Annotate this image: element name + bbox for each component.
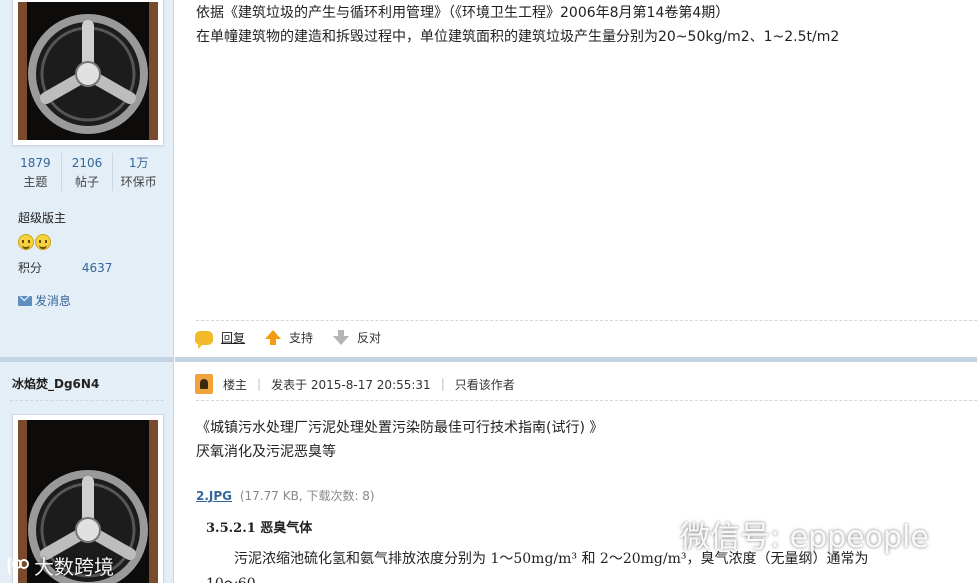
mail-icon: [18, 295, 32, 306]
author-stats: 1879 主题 2106 帖子 1万 环保币: [10, 153, 164, 191]
user-rank: 超级版主: [18, 211, 67, 225]
wechat-watermark: 微信号: eppeople: [636, 512, 929, 556]
support-label: 支持: [289, 331, 314, 345]
attachment-info: (17.77 KB, 下载次数: 8): [239, 489, 375, 503]
attachment: 2.JPG (17.77 KB, 下载次数: 8): [196, 487, 375, 504]
support-button[interactable]: 支持: [265, 329, 313, 346]
smiley-icon: [35, 234, 51, 250]
op-label: 楼主: [223, 377, 248, 392]
user-points: 积分 4637: [18, 259, 112, 276]
only-author-link[interactable]: 只看该作者: [455, 376, 515, 393]
smiley-icon: [18, 234, 34, 250]
stat-posts-value: 2106: [71, 156, 103, 170]
stat-topics-value: 1879: [20, 156, 51, 170]
brand-watermark-text: 大数跨境: [34, 555, 114, 579]
stat-topics-label: 主题: [23, 175, 48, 189]
author-sidebar: 1879 主题 2106 帖子 1万 环保币 超级版主 积分 4637 发消息 …: [0, 0, 174, 583]
brand-watermark: 大数跨境: [6, 551, 114, 580]
stat-posts[interactable]: 2106 帖子: [60, 153, 113, 191]
reply-bubble-icon: [195, 330, 213, 349]
stat-coins[interactable]: 1万 环保币: [112, 153, 164, 191]
brand-logo-icon: [7, 557, 29, 574]
post-body-line: 《城镇污水处理厂污泥处理处置污染防最佳可行技术指南(试行) 》: [196, 420, 604, 436]
post-body-line: 厌氧消化及污泥恶臭等: [196, 444, 336, 460]
post-body-line: 在单幢建筑物的建造和拆毁过程中，单位建筑面积的建筑垃圾产生量分别为20~50kg…: [196, 29, 840, 45]
post-meta: 楼主 | 发表于 2015-8-17 20:55:31 | 只看该作者: [195, 374, 515, 394]
avatar[interactable]: [12, 0, 164, 146]
points-value: 4637: [81, 261, 113, 275]
points-label: 积分: [18, 261, 43, 275]
wechat-watermark-text: 微信号: eppeople: [680, 520, 929, 555]
doc-heading: 3.5.2.1 恶臭气体: [206, 521, 313, 536]
post-header-divider: [196, 400, 977, 401]
sidebar-divider: [10, 400, 164, 401]
support-arrow-icon: [265, 330, 282, 345]
send-message-label: 发消息: [35, 294, 72, 308]
op-badge-icon: [195, 374, 213, 394]
post-timestamp: 发表于 2015-8-17 20:55:31: [271, 377, 431, 392]
post-footer-divider: [196, 320, 977, 321]
rank-medals: [18, 234, 51, 250]
stat-posts-label: 帖子: [75, 175, 100, 189]
meta-separator: |: [257, 377, 262, 391]
oppose-arrow-icon: [333, 330, 350, 345]
reply-label: 回复: [221, 331, 246, 345]
stat-coins-label: 环保币: [120, 175, 157, 189]
send-message-link[interactable]: 发消息: [18, 292, 71, 309]
oppose-label: 反对: [357, 331, 382, 345]
post-body-line: 依据《建筑垃圾的产生与循环利用管理》（《环境卫生工程》2006年8月第14卷第4…: [196, 5, 730, 21]
stat-topics[interactable]: 1879 主题: [10, 153, 61, 191]
wheel-avatar-icon: [18, 2, 158, 140]
post-divider: [175, 357, 977, 362]
post-actions: 回复 支持 反对: [195, 329, 401, 349]
post-divider: [0, 357, 174, 362]
attachment-link[interactable]: 2.JPG: [196, 489, 232, 503]
meta-separator: |: [440, 377, 445, 391]
author-username[interactable]: 冰焰焚_Dg6N4: [12, 375, 99, 392]
stat-coins-value: 1万: [128, 156, 149, 170]
post-content-area: 依据《建筑垃圾的产生与循环利用管理》（《环境卫生工程》2006年8月第14卷第4…: [175, 0, 977, 583]
wechat-icon: [636, 520, 672, 548]
doc-text-line: 10～60。: [206, 573, 270, 583]
oppose-button[interactable]: 反对: [333, 329, 381, 346]
reply-button[interactable]: 回复: [195, 329, 246, 349]
